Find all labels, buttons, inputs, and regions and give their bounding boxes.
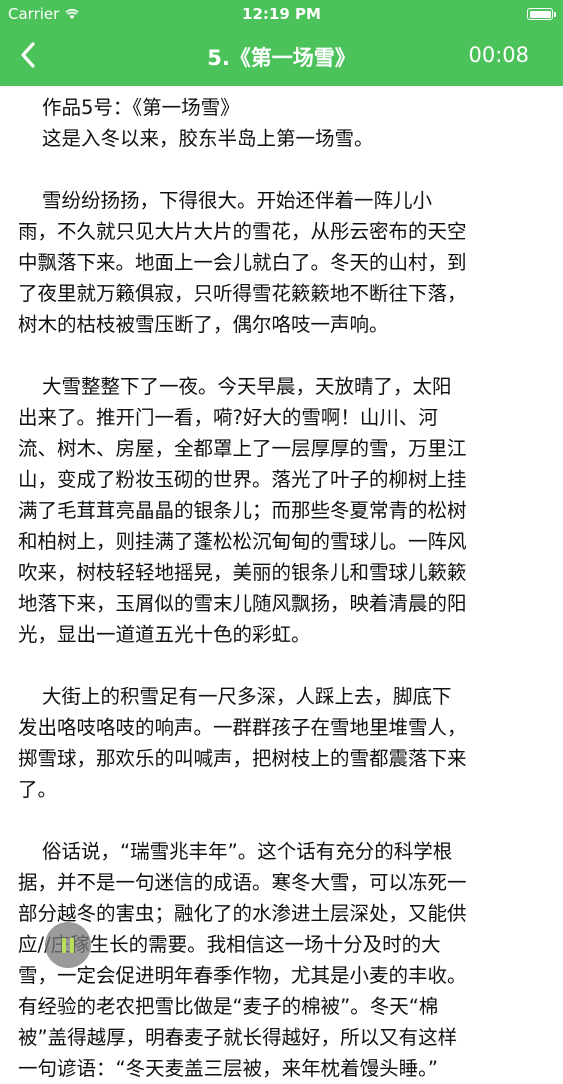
- battery-icon: [527, 8, 556, 20]
- article-line: 作品5号：《第一场雪》: [42, 96, 240, 119]
- article-line: 了夜里就万籁俱寂，只听得雪花簌簌地不断往下落，: [18, 282, 467, 305]
- pause-button[interactable]: [45, 922, 91, 968]
- article-line: 雪纷纷扬扬，下得很大。开始还伴着一阵儿小: [42, 189, 433, 212]
- back-button[interactable]: [8, 38, 48, 76]
- article-text: 作品5号：《第一场雪》这是入冬以来，胶东半岛上第一场雪。雪纷纷扬扬，下得很大。开…: [18, 92, 553, 1084]
- article-line: 雨，不久就只见大片大片的雪花，从彤云密布的天空: [18, 220, 467, 243]
- article-line: 树木的枯枝被雪压断了，偶尔咯吱一声响。: [18, 313, 389, 336]
- article-line: 掷雪球，那欢乐的叫喊声，把树枝上的雪都震落下来: [18, 747, 467, 770]
- article-line: 和柏树上，则挂满了蓬松松沉甸甸的雪球儿。一阵风: [18, 530, 467, 553]
- article-line: 发出咯吱咯吱的响声。一群群孩子在雪地里堆雪人，: [18, 716, 467, 739]
- article-line: 被”盖得越厚，明春麦子就长得越好，所以又有这样: [18, 1026, 458, 1049]
- article-line: 吹来，树枝轻轻地摇晃，美丽的银条儿和雪球儿簌簌: [18, 561, 467, 584]
- navigation-bar: 5.《第一场雪》 00:08: [0, 28, 563, 86]
- article-line: 了。: [18, 778, 58, 801]
- status-time: 12:19 PM: [242, 5, 321, 23]
- article-line: 中飘落下来。地面上一会儿就白了。冬天的山村，到: [18, 251, 467, 274]
- article-line: 满了毛茸茸亮晶晶的银条儿；而那些冬夏常青的松树: [18, 499, 467, 522]
- article-line: 流、树木、房屋，全都罩上了一层厚厚的雪，万里江: [18, 437, 467, 460]
- article-line: 雪，一定会促进明年春季作物，尤其是小麦的丰收。: [18, 964, 467, 987]
- article-line: 一句谚语：“冬天麦盖三层被，来年枕着馒头睡。”: [18, 1057, 438, 1080]
- chevron-left-icon: [19, 41, 37, 73]
- article-line: 大街上的积雪足有一尺多深，人踩上去，脚底下: [42, 685, 452, 708]
- playback-timer: 00:08: [468, 43, 529, 67]
- article-line: 有经验的老农把雪比做是“麦子的棉被”。冬天“棉: [18, 995, 439, 1018]
- article-line: 这是入冬以来，胶东半岛上第一场雪。: [42, 127, 374, 150]
- article-line: 俗话说，“瑞雪兆丰年”。这个话有充分的科学根: [42, 840, 453, 863]
- article-line: 地落下来，玉屑似的雪末儿随风飘扬，映着清晨的阳: [18, 592, 467, 615]
- article-line: 据，并不是一句迷信的成语。寒冬大雪，可以冻死一: [18, 871, 467, 894]
- article-line: 山，变成了粉妆玉砌的世界。落光了叶子的柳树上挂: [18, 468, 467, 491]
- article-line: 出来了。推开门一看，嗬?好大的雪啊！山川、河: [18, 406, 438, 429]
- article-line: 应//庄稼生长的需要。我相信这一场十分及时的大: [18, 933, 441, 956]
- status-bar: Carrier 12:19 PM: [0, 0, 563, 28]
- article-line: 部分越冬的害虫；融化了的水渗进土层深处，又能供: [18, 902, 467, 925]
- article-line: 光，显出一道道五光十色的彩虹。: [18, 623, 311, 646]
- article-line: 大雪整整下了一夜。今天早晨，天放晴了，太阳: [42, 375, 452, 398]
- pause-icon: [60, 937, 76, 953]
